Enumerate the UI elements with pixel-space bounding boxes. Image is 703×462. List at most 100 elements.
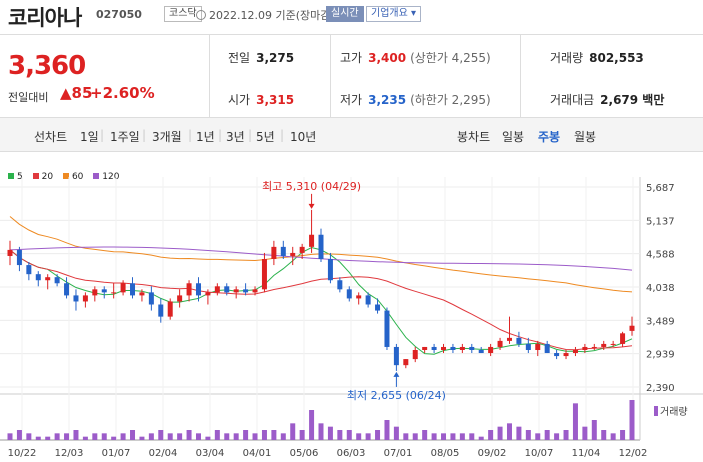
candle-body — [261, 259, 267, 290]
company-info-dropdown[interactable]: 기업개요 ▾ — [366, 6, 421, 22]
volume-legend-swatch — [654, 406, 658, 416]
y-tick-label: 2,939 — [646, 350, 675, 361]
candle-body — [459, 346, 465, 350]
candle — [82, 292, 88, 308]
candle — [148, 286, 154, 311]
x-tick-label: 10/22 — [8, 448, 37, 459]
volume-bar — [290, 423, 296, 440]
volume-bar — [243, 430, 249, 440]
quote-panel: 3,360 전일대비 ▲85 +2.60% 전일 3,275 고가 3,400 (상한… — [0, 34, 703, 118]
volume-bar — [535, 433, 541, 440]
candle-body — [35, 274, 41, 281]
candle-body — [403, 359, 409, 366]
tab-1w[interactable]: 1주일 — [110, 128, 140, 145]
volume-bar — [601, 430, 607, 440]
volume-bar — [299, 430, 305, 440]
candle-body — [45, 277, 51, 281]
candle — [130, 277, 136, 299]
low-label: 저가 — [340, 93, 363, 107]
candle-body — [497, 340, 503, 347]
volume-bar — [233, 433, 239, 440]
volume-bar — [422, 430, 428, 440]
candle-body — [233, 289, 239, 293]
volume-bar — [544, 430, 550, 440]
volume-bar — [177, 433, 183, 440]
volume-bar — [101, 433, 107, 440]
volume-bar — [629, 400, 635, 440]
x-tick-label: 06/03 — [337, 448, 366, 459]
candle-body — [572, 349, 578, 354]
tab-10y[interactable]: 10년 — [290, 128, 316, 145]
volume-bar — [610, 433, 616, 440]
x-tick-label: 12/02 — [619, 448, 648, 459]
volume-bar — [111, 436, 117, 440]
prev-close-value: 3,275 — [256, 51, 295, 65]
x-tick-label: 03/04 — [196, 448, 225, 459]
upper-limit: (상한가 4,255) — [410, 51, 491, 65]
x-tick-label: 04/01 — [243, 448, 272, 459]
candle — [167, 298, 173, 320]
candle-body — [337, 280, 343, 290]
candle-body — [346, 289, 352, 299]
candle-body — [535, 343, 541, 350]
tab-3y[interactable]: 3년 — [226, 128, 245, 145]
volume-bar — [356, 433, 362, 440]
candle-body — [525, 343, 531, 350]
quote-date-text: 2022.12.09 기준(장마감) — [209, 9, 335, 22]
volume-bar — [148, 433, 154, 440]
realtime-button[interactable]: 실시간 — [326, 6, 364, 22]
tab-1y[interactable]: 1년 — [196, 128, 215, 145]
high-price: 고가 3,400 (상한가 4,255) — [340, 49, 491, 66]
candle-body — [186, 283, 192, 296]
y-tick-label: 4,038 — [646, 283, 675, 294]
candle-body — [478, 349, 484, 354]
candle-chart[interactable]: 5,687 5,137 4,588 4,038 3,489 2,939 2,390 10/22… — [0, 150, 703, 462]
volume-bar — [195, 433, 201, 440]
y-tick-label: 3,489 — [646, 316, 675, 327]
candle — [384, 307, 390, 350]
tab-1d[interactable]: 1일 — [80, 128, 99, 145]
candle — [309, 209, 315, 253]
candle-body — [54, 277, 60, 284]
candle — [214, 283, 220, 296]
candle — [16, 246, 22, 272]
volume-bar — [82, 436, 88, 440]
volume-bar — [525, 430, 531, 440]
volume-bar — [469, 433, 475, 440]
candle — [73, 289, 79, 311]
tab-monthly[interactable]: 월봉 — [574, 128, 596, 145]
tab-daily[interactable]: 일봉 — [502, 128, 524, 145]
volume-bar — [403, 433, 409, 440]
stock-header: 코리아나 027050 코스닥 2022.12.09 기준(장마감) 실시간 기… — [0, 0, 703, 30]
tab-separator: | — [280, 128, 285, 142]
tab-separator: | — [248, 128, 253, 142]
candle — [186, 280, 192, 302]
volume-bar — [582, 426, 588, 440]
tab-5y[interactable]: 5년 — [256, 128, 275, 145]
candle-body — [224, 286, 230, 293]
candle — [7, 240, 13, 266]
volume-bar — [139, 436, 145, 440]
volume-bar — [54, 433, 60, 440]
volume-bar — [412, 433, 418, 440]
candles — [7, 209, 635, 371]
tab-3m[interactable]: 3개월 — [152, 128, 182, 145]
candle — [459, 343, 465, 354]
volume-bar — [459, 433, 465, 440]
y-tick-label: 4,588 — [646, 250, 675, 261]
candle-body — [290, 252, 296, 256]
prev-close-label: 전일 — [228, 51, 251, 65]
amount-value: 2,679 백만 — [600, 93, 665, 107]
candle-body — [26, 265, 32, 275]
volume-bar — [365, 433, 371, 440]
candle-body — [92, 289, 98, 296]
candle — [356, 292, 362, 305]
volume-bar — [224, 433, 230, 440]
x-tick-label: 07/01 — [384, 448, 413, 459]
volume-bar — [554, 433, 560, 440]
volume-bar — [431, 433, 437, 440]
candle — [318, 228, 324, 263]
high-arrow-head — [308, 203, 315, 209]
tab-weekly[interactable]: 주봉 — [538, 128, 560, 145]
candle-body — [431, 346, 437, 350]
